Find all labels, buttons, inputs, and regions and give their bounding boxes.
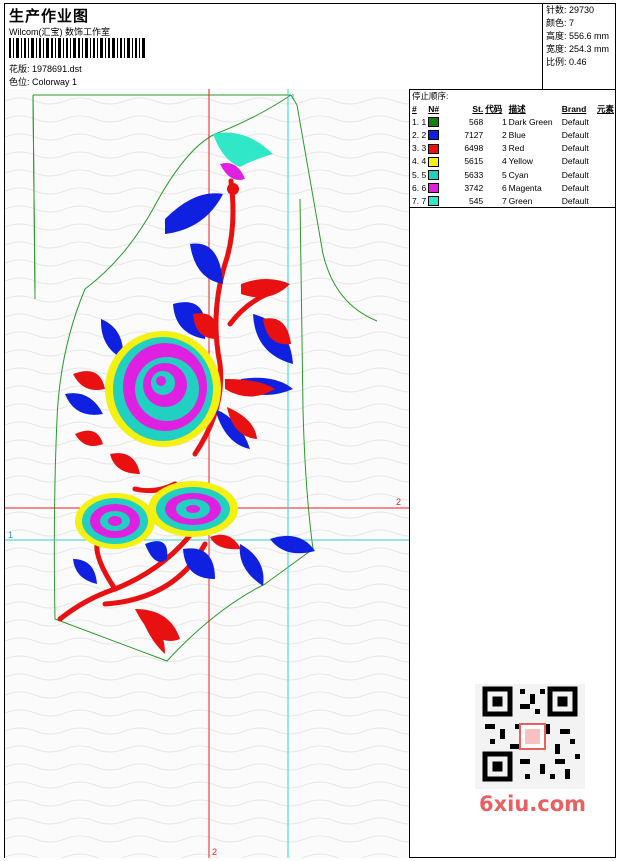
thread-code: 7 — [501, 195, 507, 206]
thread-color-swatch — [428, 130, 440, 141]
thread-element — [596, 168, 615, 181]
thread-table-header: # N# St. 代码 描述 Brand 元素 — [411, 102, 615, 115]
thread-code: 5 — [501, 169, 507, 180]
thread-row: 6. 6 3742 6 Magenta Default — [411, 181, 615, 194]
thread-table: # N# St. 代码 描述 Brand 元素 1. 1 568 1 Dark Gre… — [411, 102, 615, 208]
thread-swatch — [427, 115, 452, 128]
thread-description: Cyan — [508, 169, 529, 180]
thread-code: 1 — [501, 116, 507, 127]
thread-swatch — [427, 194, 452, 207]
colorway-row: 色位: Colorway 1 — [9, 75, 77, 88]
thread-element — [596, 181, 615, 194]
thread-code: 3 — [501, 143, 507, 154]
thread-description: Green — [508, 195, 533, 206]
thread-brand: Default — [561, 116, 589, 127]
qr-code-watermark — [475, 684, 585, 789]
thread-swatch — [427, 181, 452, 194]
guide-label-v: 2 — [212, 847, 217, 857]
thread-index: 6. 6 — [412, 182, 427, 193]
thread-code: 6 — [501, 182, 507, 193]
thread-swatch — [427, 142, 452, 155]
thread-stitches: 568 — [469, 116, 484, 127]
thread-stitches: 5633 — [464, 169, 484, 180]
thread-swatch — [427, 128, 452, 141]
thread-swatch — [427, 155, 452, 168]
colorway-value: Colorway 1 — [32, 77, 78, 87]
thread-stitches: 3742 — [464, 182, 484, 193]
site-watermark: 6xiu.com — [479, 792, 587, 816]
thread-row: 1. 1 568 1 Dark Green Default — [411, 115, 615, 128]
thread-index: 7. 7 — [412, 195, 427, 206]
barcode — [9, 38, 145, 58]
thread-element — [596, 128, 615, 141]
thread-index: 1. 1 — [412, 116, 427, 127]
thread-color-swatch — [428, 183, 440, 194]
thread-index: 3. 3 — [412, 143, 427, 154]
thread-color-swatch — [428, 117, 440, 128]
worksheet-frame: 生产作业图 Wilcom(汇宝) 数饰工作室 花版: 1978691.dst 色… — [4, 3, 616, 858]
thread-brand: Default — [561, 182, 589, 193]
thread-color-swatch — [428, 169, 440, 180]
thread-brand: Default — [561, 156, 589, 167]
thread-description: Blue — [508, 129, 526, 140]
design-file-name: 1978691.dst — [32, 64, 82, 74]
thread-description: Red — [508, 143, 525, 154]
col-header-code: 代码 — [485, 103, 503, 114]
thread-element — [596, 115, 615, 128]
thread-stitches: 6498 — [464, 143, 484, 154]
thread-code: 2 — [501, 129, 507, 140]
software-subtitle: Wilcom(汇宝) 数饰工作室 — [9, 27, 110, 37]
guide-label-h: 2 — [396, 497, 401, 507]
thread-stitches: 545 — [469, 195, 484, 206]
col-header-element: 元素 — [596, 103, 614, 114]
thread-color-swatch — [428, 196, 440, 207]
thread-row: 5. 5 5633 5 Cyan Default — [411, 168, 615, 181]
thread-element — [596, 194, 615, 207]
thread-row: 7. 7 545 7 Green Default — [411, 194, 615, 207]
thread-row: 2. 2 7127 2 Blue Default — [411, 128, 615, 141]
thread-stitches: 5615 — [464, 156, 484, 167]
thread-row: 4. 4 5615 4 Yellow Default — [411, 155, 615, 168]
col-header-description: 描述 — [508, 103, 526, 114]
thread-description: Yellow — [508, 156, 533, 167]
design-file-row: 花版: 1978691.dst — [9, 62, 82, 75]
col-header-stitches: St. — [472, 103, 484, 114]
design-width: 宽度: 254.3 mm — [546, 44, 610, 54]
stop-sequence-panel: 停止顺序: # N# St. 代码 描述 Brand 元素 1. 1 568 1 Da… — [410, 89, 615, 208]
thread-description: Dark Green — [508, 116, 553, 127]
thread-element — [596, 155, 615, 168]
design-scale: 比例: 0.46 — [546, 57, 587, 67]
col-header-brand: Brand — [561, 103, 587, 114]
design-label: 花版: — [9, 64, 30, 74]
thread-row: 3. 3 6498 3 Red Default — [411, 142, 615, 155]
thread-brand: Default — [561, 129, 589, 140]
design-stats: 针数: 29730 颜色: 7 高度: 556.6 mm 宽度: 254.3 m… — [542, 4, 615, 89]
col-header-needle: N# — [428, 103, 440, 114]
thread-stitches: 7127 — [464, 129, 484, 140]
thread-index: 2. 2 — [412, 129, 427, 140]
guide-label-left: 1 — [8, 530, 13, 540]
thread-code: 4 — [501, 156, 507, 167]
header: 生产作业图 Wilcom(汇宝) 数饰工作室 花版: 1978691.dst 色… — [5, 4, 615, 90]
thread-color-swatch — [428, 143, 440, 154]
page-title: 生产作业图 — [9, 8, 90, 25]
guide-label-top: 1 — [291, 94, 295, 101]
stitch-count: 针数: 29730 — [546, 5, 595, 15]
thread-index: 5. 5 — [412, 169, 427, 180]
col-header-index: # — [412, 103, 417, 114]
thread-brand: Default — [561, 195, 589, 206]
design-height: 高度: 556.6 mm — [546, 31, 610, 41]
thread-swatch — [427, 168, 452, 181]
design-canvas[interactable]: 2 2 1 1 — [5, 89, 410, 858]
thread-color-swatch — [428, 156, 440, 167]
embroidery-preview: 2 2 1 1 — [5, 89, 409, 858]
stop-sequence-title: 停止顺序: — [412, 91, 449, 101]
color-count: 颜色: 7 — [546, 18, 575, 28]
thread-index: 4. 4 — [412, 156, 427, 167]
thread-description: Magenta — [508, 182, 542, 193]
thread-element — [596, 142, 615, 155]
thread-brand: Default — [561, 169, 589, 180]
thread-brand: Default — [561, 143, 589, 154]
colorway-label: 色位: — [9, 77, 30, 87]
